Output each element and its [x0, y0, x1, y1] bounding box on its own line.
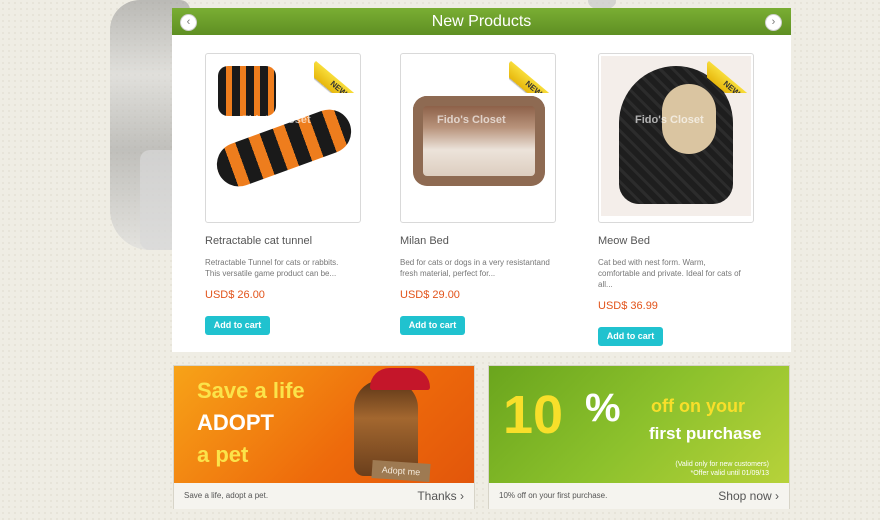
add-to-cart-button[interactable]: Add to cart — [205, 316, 270, 335]
watermark-label: Fido's Closet — [242, 114, 311, 126]
banner-headline: Save a life — [197, 378, 305, 403]
new-products-panel: ‹ New Products › Fido's Closet NEW Retra… — [172, 8, 791, 352]
panel-title: New Products — [431, 13, 532, 30]
discount-value: 10 — [503, 385, 564, 445]
next-arrow-icon[interactable]: › — [765, 14, 782, 31]
percent-sign: % — [585, 386, 621, 430]
adopt-me-sign: Adopt me — [371, 459, 431, 483]
product-card: Fido's Closet NEW Milan Bed Bed for cats… — [400, 53, 570, 335]
panel-header: ‹ New Products › — [172, 8, 791, 35]
discount-banner-image[interactable]: 10 % off on your first purchase (Valid o… — [489, 366, 789, 483]
adopt-banner[interactable]: Save a life ADOPT a pet Adopt me Save a … — [173, 365, 475, 509]
product-description: Bed for cats or dogs in a very resistant… — [400, 258, 550, 278]
new-ribbon-icon: NEW — [314, 49, 368, 93]
shop-now-link[interactable]: Shop now › — [718, 483, 779, 509]
banner-footer: Save a life, adopt a pet. Thanks › — [174, 483, 474, 509]
new-ribbon-icon: NEW — [509, 49, 563, 93]
banner-headline: a pet — [197, 442, 249, 467]
banner-headline: first purchase — [649, 424, 762, 443]
product-price: USD$ 26.00 — [205, 289, 265, 301]
adopt-banner-image[interactable]: Save a life ADOPT a pet Adopt me — [174, 366, 474, 483]
discount-banner[interactable]: 10 % off on your first purchase (Valid o… — [488, 365, 790, 509]
offer-note: (Valid only for new customers) *Offer va… — [675, 461, 769, 477]
add-to-cart-button[interactable]: Add to cart — [400, 316, 465, 335]
banner-caption: Save a life, adopt a pet. — [184, 491, 269, 500]
product-name[interactable]: Retractable cat tunnel — [205, 235, 375, 247]
tunnel-top-art — [218, 66, 276, 116]
watermark-label: Fido's Closet — [635, 114, 704, 126]
banner-footer: 10% off on your first purchase. Shop now… — [489, 483, 789, 509]
product-card: Fido's Closet NEW Meow Bed Cat bed with … — [598, 53, 768, 346]
product-price: USD$ 29.00 — [400, 289, 460, 301]
add-to-cart-button[interactable]: Add to cart — [598, 327, 663, 346]
product-name[interactable]: Meow Bed — [598, 235, 768, 247]
product-card: Fido's Closet NEW Retractable cat tunnel… — [205, 53, 375, 335]
prev-arrow-icon[interactable]: ‹ — [180, 14, 197, 31]
product-description: Retractable Tunnel for cats or rabbits. … — [205, 258, 339, 278]
dog-hat-image — [370, 368, 430, 390]
thanks-link[interactable]: Thanks › — [417, 483, 464, 509]
banner-headline: off on your — [651, 396, 745, 416]
product-price: USD$ 36.99 — [598, 300, 658, 312]
new-ribbon-icon: NEW — [707, 49, 761, 93]
watermark-label: Fido's Closet — [437, 114, 506, 126]
bed-art — [413, 96, 545, 186]
product-image[interactable]: Fido's Closet NEW — [400, 53, 563, 223]
product-description: Cat bed with nest form. Warm, comfortabl… — [598, 258, 741, 289]
product-image[interactable]: Fido's Closet NEW — [598, 53, 761, 223]
product-name[interactable]: Milan Bed — [400, 235, 570, 247]
product-image[interactable]: Fido's Closet NEW — [205, 53, 368, 223]
banner-headline: ADOPT — [197, 410, 274, 435]
banner-caption: 10% off on your first purchase. — [499, 491, 608, 500]
